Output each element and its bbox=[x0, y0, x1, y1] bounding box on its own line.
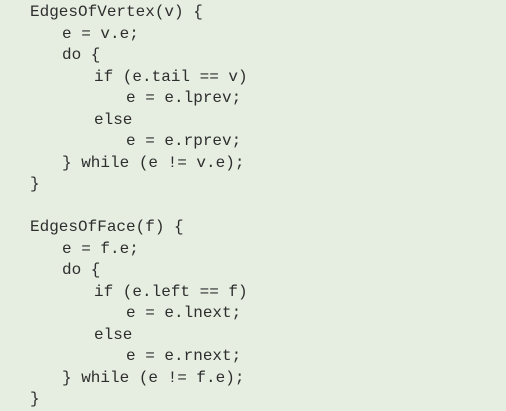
code-line: } bbox=[30, 175, 40, 193]
code-line: e = e.rnext; bbox=[126, 347, 242, 365]
code-line: } while (e != f.e); bbox=[62, 368, 245, 387]
edges-of-vertex-block: EdgesOfVertex(v) { e = v.e; do { if (e.t… bbox=[30, 2, 506, 196]
code-line: e = e.lprev; bbox=[126, 89, 242, 107]
code-line: else bbox=[94, 325, 133, 344]
code-line: } bbox=[30, 390, 40, 408]
code-panel: EdgesOfVertex(v) { e = v.e; do { if (e.t… bbox=[0, 0, 506, 409]
code-line: e = e.rprev; bbox=[126, 132, 242, 150]
code-line: EdgesOfFace(f) { bbox=[30, 218, 184, 236]
code-line: EdgesOfVertex(v) { bbox=[30, 3, 203, 21]
code-line: do { bbox=[62, 46, 101, 64]
code-line: e = f.e; bbox=[62, 239, 139, 258]
code-line: if (e.tail == v) bbox=[94, 67, 248, 86]
edges-of-face-block: EdgesOfFace(f) { e = f.e; do { if (e.lef… bbox=[30, 217, 506, 411]
code-line: else bbox=[94, 110, 133, 129]
code-line: e = v.e; bbox=[62, 24, 139, 43]
code-line: if (e.left == f) bbox=[94, 282, 248, 301]
code-line: e = e.lnext; bbox=[126, 304, 242, 322]
code-line: do { bbox=[62, 261, 101, 279]
code-line: } while (e != v.e); bbox=[62, 153, 245, 172]
